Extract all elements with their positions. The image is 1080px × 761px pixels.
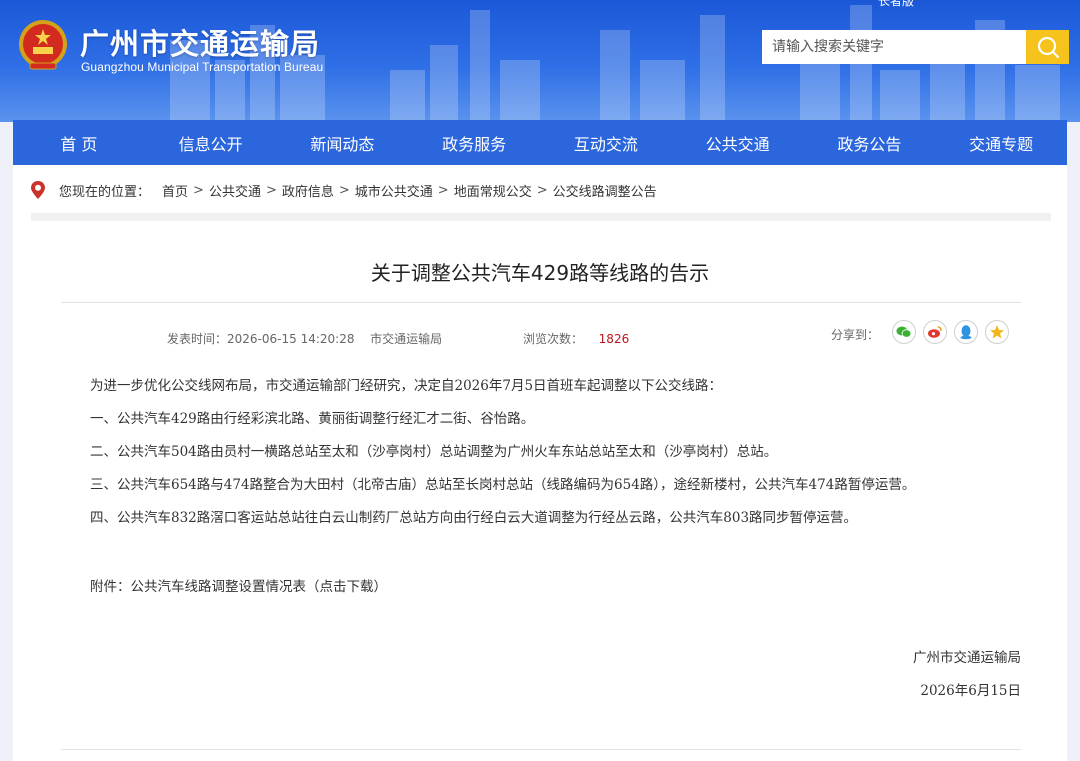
breadcrumb-prefix: 您现在的位置： — [59, 184, 151, 200]
attachment-line: 附件：公共汽车线路调整设置情况表（点击下载） — [90, 575, 387, 595]
attachment-download-link[interactable]: 公共汽车线路调整设置情况表（点击下载） — [131, 579, 388, 595]
location-pin-icon — [31, 181, 45, 199]
nav-gov-notices[interactable]: 政务公告 — [804, 120, 936, 165]
search-input[interactable] — [762, 30, 1027, 64]
breadcrumb-divider — [31, 213, 1051, 221]
breadcrumb-separator: > — [193, 182, 204, 198]
article-title: 关于调整公共汽车429路等线路的告示 — [370, 261, 710, 285]
share-qzone-button[interactable] — [985, 320, 1009, 344]
breadcrumb-public-transport[interactable]: 公共交通 — [209, 181, 261, 200]
nav-interaction[interactable]: 互动交流 — [540, 120, 672, 165]
article-paragraph: 三、公共汽车654路与474路整合为大田村（北帝古庙）总站至长岗村总站（线路编码… — [90, 477, 916, 493]
publish-label: 发表时间： — [167, 332, 228, 346]
nav-home[interactable]: 首 页 — [13, 120, 145, 165]
views-label: 浏览次数： — [523, 332, 584, 346]
wechat-icon — [896, 326, 912, 338]
article-paragraph: 为进一步优化公交线网布局，市交通运输部门经研究，决定自2026年7月5日首班车起… — [90, 378, 723, 394]
share-weibo-button[interactable] — [923, 320, 947, 344]
national-emblem-logo — [19, 20, 67, 70]
breadcrumb-separator: > — [437, 182, 449, 198]
title-divider — [61, 302, 1021, 303]
breadcrumb: 您现在的位置： 首页 > 公共交通 > 政府信息 > 城市公共交通 > 地面常规… — [13, 165, 1067, 215]
signature-date: 2026年6月15日 — [920, 683, 1021, 699]
signature-org: 广州市交通运输局 — [913, 650, 1021, 666]
article-paragraph: 一、公共汽车429路由行经彩滨北路、黄丽街调整行经汇才二街、谷怡路。 — [90, 411, 535, 427]
qzone-icon — [990, 325, 1004, 339]
share-label: 分享到： — [831, 328, 880, 342]
breadcrumb-separator: > — [265, 182, 277, 198]
nav-gov-services[interactable]: 政务服务 — [408, 120, 540, 165]
search-icon — [1037, 36, 1059, 59]
search-button[interactable] — [1026, 30, 1069, 64]
share-wechat-button[interactable] — [892, 320, 916, 344]
views-meta: 浏览次数： 1826 — [523, 330, 629, 347]
nav-news[interactable]: 新闻动态 — [277, 120, 409, 165]
breadcrumb-separator: > — [338, 182, 350, 198]
breadcrumb-city-transit[interactable]: 城市公共交通 — [355, 181, 433, 200]
breadcrumb-ground-bus[interactable]: 地面常规公交 — [454, 181, 532, 200]
share-qq-button[interactable] — [954, 320, 978, 344]
nav-info-disclosure[interactable]: 信息公开 — [145, 120, 277, 165]
breadcrumb-separator: > — [536, 182, 548, 198]
article-body: 为进一步优化公交线网布局，市交通运输部门经研究，决定自2026年7月5日首班车起… — [90, 374, 1030, 539]
breadcrumb-route-notices[interactable]: 公交线路调整公告 — [553, 181, 657, 200]
weibo-icon — [928, 326, 942, 338]
article-paragraph: 四、公共汽车832路滘口客运站总站往白云山制药厂总站方向由行经白云大道调整为行经… — [90, 510, 858, 526]
attachment-label: 附件： — [90, 579, 131, 595]
site-header: 广州市交通运输局 Guangzhou Municipal Transportat… — [0, 0, 1080, 122]
elder-mode-link[interactable]: 长者版 — [878, 0, 914, 9]
publish-time: 2026-06-15 14:20:28 — [227, 332, 355, 346]
main-nav: 首 页 信息公开 新闻动态 政务服务 互动交流 公共交通 政务公告 交通专题 — [13, 120, 1067, 165]
bottom-divider — [61, 749, 1021, 750]
nav-transport-topics[interactable]: 交通专题 — [935, 120, 1067, 165]
views-count: 1826 — [598, 332, 630, 346]
site-name: 广州市交通运输局 — [80, 27, 321, 61]
breadcrumb-gov-info[interactable]: 政府信息 — [282, 181, 334, 200]
content-panel: 您现在的位置： 首页 > 公共交通 > 政府信息 > 城市公共交通 > 地面常规… — [13, 165, 1067, 761]
breadcrumb-home[interactable]: 首页 — [162, 181, 188, 200]
site-name-en: Guangzhou Municipal Transportation Burea… — [81, 60, 324, 74]
qq-icon — [960, 325, 972, 340]
nav-public-transport[interactable]: 公共交通 — [672, 120, 804, 165]
publish-meta: 发表时间：2026-06-15 14:20:28 市交通运输局 — [167, 330, 442, 347]
article-source: 市交通运输局 — [370, 332, 443, 346]
article-paragraph: 二、公共汽车504路由员村一横路总站至太和（沙亭岗村）总站调整为广州火车东站总站… — [90, 444, 778, 460]
